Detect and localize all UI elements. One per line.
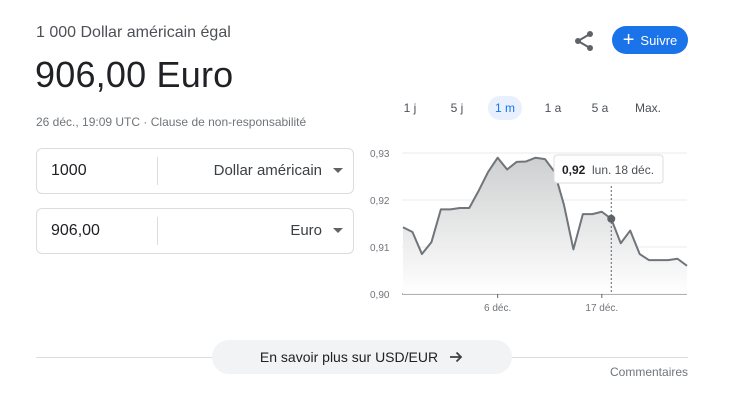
tooltip-date: lun. 18 déc. <box>592 163 654 177</box>
follow-label: Suivre <box>640 32 678 48</box>
tab-1-day[interactable]: 1 j <box>395 96 425 120</box>
share-button[interactable] <box>572 29 596 53</box>
to-amount-input[interactable]: 906,00 <box>51 222 100 240</box>
learn-more-button[interactable]: En savoir plus sur USD/EUR <box>212 340 512 374</box>
from-converter: 1000 Dollar américain <box>36 148 354 194</box>
separator: · <box>143 115 148 129</box>
from-currency-select[interactable]: Dollar américain <box>214 162 322 179</box>
exchange-rate-chart[interactable]: 0,93 0,92 0,91 0,90 6 déc. 17 déc. 0,92 lun. 18… <box>360 138 700 328</box>
y-tick-label: 0,90 <box>370 290 390 301</box>
tab-max[interactable]: Max. <box>630 96 666 120</box>
feedback-link[interactable]: Commentaires <box>610 365 688 379</box>
x-tick-label: 17 déc. <box>585 303 618 314</box>
arrow-right-icon <box>450 351 463 363</box>
divider <box>157 217 158 245</box>
y-tick-label: 0,91 <box>370 243 390 254</box>
hover-point <box>607 214 616 223</box>
follow-button[interactable]: + Suivre <box>612 26 688 54</box>
tab-5-days[interactable]: 5 j <box>442 96 472 120</box>
divider <box>157 157 158 185</box>
tab-1-month[interactable]: 1 m <box>488 96 522 120</box>
plus-icon: + <box>622 29 635 51</box>
to-converter: 906,00 Euro <box>36 208 354 254</box>
to-currency-select[interactable]: Euro <box>290 222 322 239</box>
from-amount-input[interactable]: 1000 <box>51 162 87 180</box>
y-tick-label: 0,92 <box>370 196 390 207</box>
tab-1-year[interactable]: 1 a <box>538 96 568 120</box>
share-icon <box>575 31 593 51</box>
timestamp-line: 26 déc., 19:09 UTC · Clause de non-respo… <box>36 115 306 129</box>
x-tick-label: 6 déc. <box>484 303 511 314</box>
tooltip-value: 0,92 <box>562 163 586 177</box>
conversion-subtitle: 1 000 Dollar américain égal <box>36 24 231 41</box>
converted-value: 906,00 Euro <box>35 54 234 95</box>
timestamp: 26 déc., 19:09 UTC <box>36 115 141 129</box>
learn-more-label: En savoir plus sur USD/EUR <box>259 349 439 365</box>
chevron-down-icon[interactable] <box>333 168 343 173</box>
range-tabs: 1 j 5 j 1 m 1 a 5 a Max. <box>395 96 677 120</box>
tab-5-years[interactable]: 5 a <box>585 96 615 120</box>
y-tick-label: 0,93 <box>370 149 390 160</box>
disclaimer-link[interactable]: Clause de non-responsabilité <box>151 115 306 129</box>
chevron-down-icon[interactable] <box>333 228 343 233</box>
